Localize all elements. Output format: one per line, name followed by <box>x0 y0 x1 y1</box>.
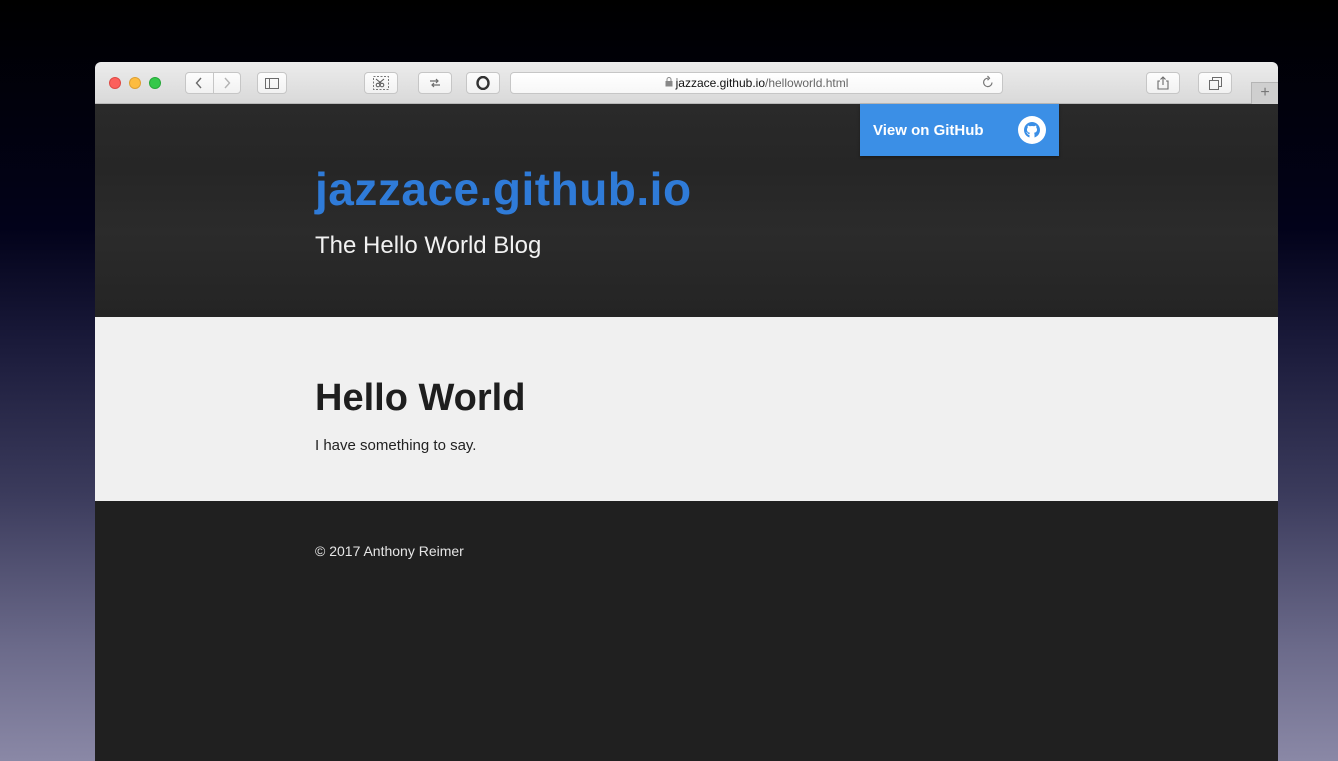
share-icon <box>1157 76 1169 90</box>
chevron-left-icon <box>195 77 202 89</box>
forward-button[interactable] <box>212 73 241 93</box>
site-subtitle: The Hello World Blog <box>315 232 542 259</box>
url-display: jazzace.github.io/helloworld.html <box>511 76 1002 90</box>
address-bar[interactable]: jazzace.github.io/helloworld.html <box>510 72 1003 94</box>
view-on-github-button[interactable]: View on GitHub <box>860 104 1059 156</box>
link-arrows-button[interactable] <box>418 72 452 94</box>
web-clipper-button[interactable] <box>364 72 398 94</box>
browser-toolbar: jazzace.github.io/helloworld.html + <box>95 62 1278 104</box>
tabs-overview-icon <box>1208 76 1222 90</box>
new-tab-button[interactable]: + <box>1251 82 1278 104</box>
back-forward-group <box>185 72 241 94</box>
chevron-right-icon <box>224 77 231 89</box>
post-body: I have something to say. <box>315 437 477 454</box>
lock-icon <box>665 77 673 90</box>
site-title[interactable]: jazzace.github.io <box>315 162 692 216</box>
url-host: jazzace.github.io <box>675 76 765 90</box>
scissors-icon <box>373 76 389 90</box>
site-header: View on GitHub jazzace.github.io The Hel… <box>95 104 1278 317</box>
post-title: Hello World <box>315 377 526 419</box>
back-button[interactable] <box>186 73 213 93</box>
show-tabs-button[interactable] <box>1198 72 1232 94</box>
url-path: /helloworld.html <box>765 76 849 90</box>
plus-icon: + <box>1260 84 1270 101</box>
extension-button[interactable] <box>466 72 500 94</box>
github-icon <box>1018 116 1046 144</box>
opera-logo-icon <box>476 76 490 90</box>
site-footer: © 2017 Anthony Reimer <box>95 501 1278 761</box>
sidebar-toggle-button[interactable] <box>257 72 287 94</box>
browser-window: jazzace.github.io/helloworld.html + View… <box>95 62 1278 761</box>
zoom-window-button[interactable] <box>149 77 161 89</box>
github-button-label: View on GitHub <box>873 121 984 139</box>
reload-icon <box>983 75 993 88</box>
main-content: Hello World I have something to say. <box>95 317 1278 501</box>
swap-arrows-icon <box>430 78 440 88</box>
reload-button[interactable] <box>982 75 994 91</box>
copyright-text: © 2017 Anthony Reimer <box>315 543 464 559</box>
sidebar-icon <box>265 77 279 89</box>
web-page: View on GitHub jazzace.github.io The Hel… <box>95 104 1278 761</box>
close-window-button[interactable] <box>109 77 121 89</box>
share-button[interactable] <box>1146 72 1180 94</box>
minimize-window-button[interactable] <box>129 77 141 89</box>
